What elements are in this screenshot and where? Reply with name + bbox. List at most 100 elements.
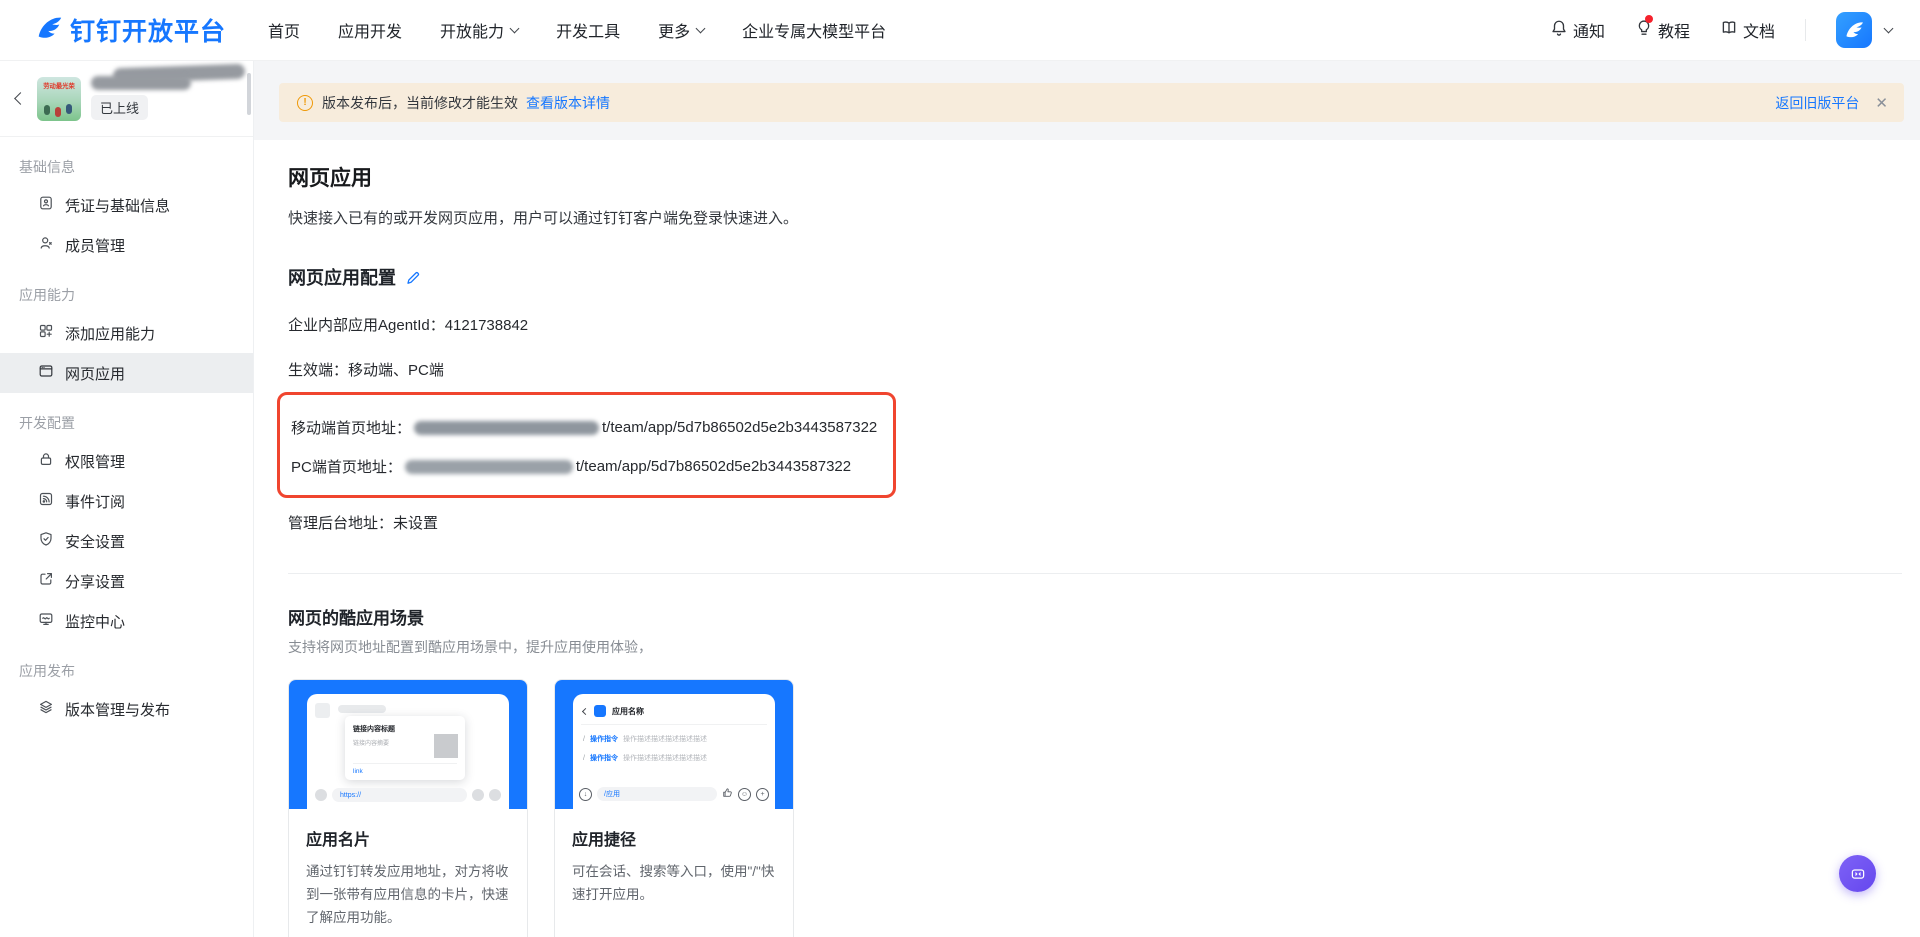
grid-plus-icon [38, 323, 54, 343]
docs-button[interactable]: 文档 [1720, 18, 1775, 42]
section-app-release: 应用发布 [0, 641, 253, 689]
chevron-down-icon [510, 23, 520, 33]
card-app-shortcut: 应用名称 / 操作指令 操作描述描述描述描述描述 / 操作指令 [554, 679, 794, 937]
layers-icon [38, 699, 54, 719]
chevron-down-icon [1884, 23, 1894, 33]
thumb-up-icon [722, 785, 733, 803]
dingtalk-logo[interactable]: 钉钉开放平台 [34, 12, 226, 48]
avatar [1836, 12, 1872, 48]
sidebar-item-version-release[interactable]: 版本管理与发布 [0, 689, 253, 729]
nav-more[interactable]: 更多 [658, 18, 704, 42]
back-to-old-platform-link[interactable]: 返回旧版平台 [1775, 93, 1859, 113]
app-name-redacted [91, 76, 191, 90]
page-title: 网页应用 [288, 162, 1902, 192]
pc-homepage-url-tail: t/team/app/5d7b86502d5e2b3443587322 [576, 458, 851, 475]
main-nav: 首页 应用开发 开放能力 开发工具 更多 企业专属大模型平台 [268, 18, 886, 42]
close-icon[interactable]: ✕ [1875, 94, 1888, 112]
sidebar-item-permissions[interactable]: 权限管理 [0, 441, 253, 481]
sidebar-item-members[interactable]: 成员管理 [0, 225, 253, 265]
sidebar-item-monitor-center[interactable]: 监控中心 [0, 601, 253, 641]
bell-icon [1550, 19, 1568, 42]
edit-pencil-icon[interactable] [405, 270, 421, 286]
section-divider [288, 573, 1902, 574]
dingtalk-wing-icon [34, 13, 64, 48]
tutorial-button[interactable]: 教程 [1635, 18, 1690, 42]
lock-icon [38, 451, 54, 471]
sidebar-item-credentials[interactable]: 凭证与基础信息 [0, 185, 253, 225]
nav-app-dev[interactable]: 应用开发 [338, 18, 402, 42]
nav-open-capability[interactable]: 开放能力 [440, 18, 518, 42]
dingtalk-service-icon [1848, 864, 1868, 884]
app-square-icon [594, 705, 606, 717]
card-illustration: 应用名称 / 操作指令 操作描述描述描述描述描述 / 操作指令 [555, 680, 793, 809]
emoji-icon: ☺ [738, 788, 751, 801]
banner-message: 版本发布后，当前修改才能生效 [322, 93, 518, 113]
logo-text: 钉钉开放平台 [70, 12, 226, 48]
card-title: 应用捷径 [572, 826, 776, 850]
back-icon[interactable] [14, 92, 27, 105]
content-area: ! 版本发布后，当前修改才能生效 查看版本详情 返回旧版平台 ✕ 网页应用 快速… [254, 61, 1920, 937]
pc-homepage-row: PC端首页地址： t/team/app/5d7b86502d5e2b344358… [291, 456, 877, 477]
browser-icon [38, 363, 54, 383]
section-dev-config: 开发配置 [0, 393, 253, 441]
share-icon [38, 571, 54, 591]
cool-app-title: 网页的酷应用场景 [288, 604, 1902, 629]
mobile-homepage-row: 移动端首页地址： t/team/app/5d7b86502d5e2b344358… [291, 417, 877, 438]
sidebar: 劳动最光荣 已上线 基础信息 凭证与基础信息 成员管理 应用能力 [0, 61, 254, 937]
user-icon [38, 235, 54, 255]
app-meta: 已上线 [91, 75, 241, 123]
support-float-button[interactable] [1839, 855, 1876, 892]
top-navbar: 钉钉开放平台 首页 应用开发 开放能力 开发工具 更多 企业专属大模型平台 通知 [0, 0, 1920, 61]
shield-check-icon [38, 531, 54, 551]
sidebar-item-security[interactable]: 安全设置 [0, 521, 253, 561]
url-redacted [414, 421, 599, 435]
admin-url-row: 管理后台地址：未设置 [288, 512, 1902, 533]
nav-home[interactable]: 首页 [268, 18, 300, 42]
section-basic-info: 基础信息 [0, 137, 253, 185]
app-icon-figures [44, 105, 50, 115]
chevron-down-icon [696, 23, 706, 33]
admin-url-value: 未设置 [393, 515, 438, 532]
card-title: 应用名片 [306, 826, 510, 850]
main-panel: 网页应用 快速接入已有的或开发网页应用，用户可以通过钉钉客户端免登录快速进入。 … [254, 140, 1920, 937]
sidebar-item-add-capability[interactable]: 添加应用能力 [0, 313, 253, 353]
nav-enterprise-llm[interactable]: 企业专属大模型平台 [742, 18, 886, 42]
sidebar-item-web-app[interactable]: 网页应用 [0, 353, 253, 393]
card-description: 可在会话、搜索等入口，使用"/"快速打开应用。 [572, 860, 776, 930]
warning-icon: ! [297, 95, 313, 111]
card-illustration: 链接内容标题 链接内容摘要 link https:// [289, 680, 527, 809]
divider [1805, 19, 1806, 41]
notification-red-dot [1645, 15, 1653, 23]
cool-app-cards: 链接内容标题 链接内容摘要 link https:// [288, 679, 1902, 937]
banner-wrap: ! 版本发布后，当前修改才能生效 查看版本详情 返回旧版平台 ✕ [254, 61, 1920, 140]
thumbnail-placeholder [434, 734, 458, 758]
status-badge: 已上线 [91, 95, 148, 120]
topbar-actions: 通知 教程 文档 [1550, 12, 1892, 48]
notification-button[interactable]: 通知 [1550, 18, 1605, 42]
page-subtitle: 快速接入已有的或开发网页应用，用户可以通过钉钉客户端免登录快速进入。 [288, 207, 1902, 228]
section-app-capability: 应用能力 [0, 265, 253, 313]
app-icon: 劳动最光荣 [37, 77, 81, 121]
effective-clients-value: 移动端、PC端 [348, 362, 444, 379]
card-app-business-card: 链接内容标题 链接内容摘要 link https:// [288, 679, 528, 937]
sidebar-item-share-settings[interactable]: 分享设置 [0, 561, 253, 601]
id-card-icon [38, 195, 54, 215]
voice-icon: ↓ [579, 788, 592, 801]
card-description: 通过钉钉转发应用地址，对方将收到一张带有应用信息的卡片，快速了解应用功能。 [306, 860, 510, 930]
page-root: 钉钉开放平台 首页 应用开发 开放能力 开发工具 更多 企业专属大模型平台 通知 [0, 0, 1920, 937]
sidebar-item-event-subscription[interactable]: 事件订阅 [0, 481, 253, 521]
back-icon [582, 707, 589, 714]
agent-id-value: 4121738842 [445, 317, 528, 334]
cool-app-subtitle: 支持将网页地址配置到酷应用场景中，提升应用使用体验， [288, 637, 1902, 657]
plus-circle-icon: + [756, 788, 769, 801]
monitor-icon [38, 611, 54, 631]
mobile-homepage-url-tail: t/team/app/5d7b86502d5e2b3443587322 [602, 419, 877, 436]
account-menu[interactable] [1836, 12, 1892, 48]
url-redacted [405, 460, 573, 474]
view-version-details-link[interactable]: 查看版本详情 [526, 93, 610, 113]
agent-id-row: 企业内部应用AgentId：4121738842 [288, 314, 1902, 335]
book-icon [1720, 19, 1738, 42]
version-banner: ! 版本发布后，当前修改才能生效 查看版本详情 返回旧版平台 ✕ [279, 83, 1904, 122]
rss-icon [38, 491, 54, 511]
nav-dev-tools[interactable]: 开发工具 [556, 18, 620, 42]
